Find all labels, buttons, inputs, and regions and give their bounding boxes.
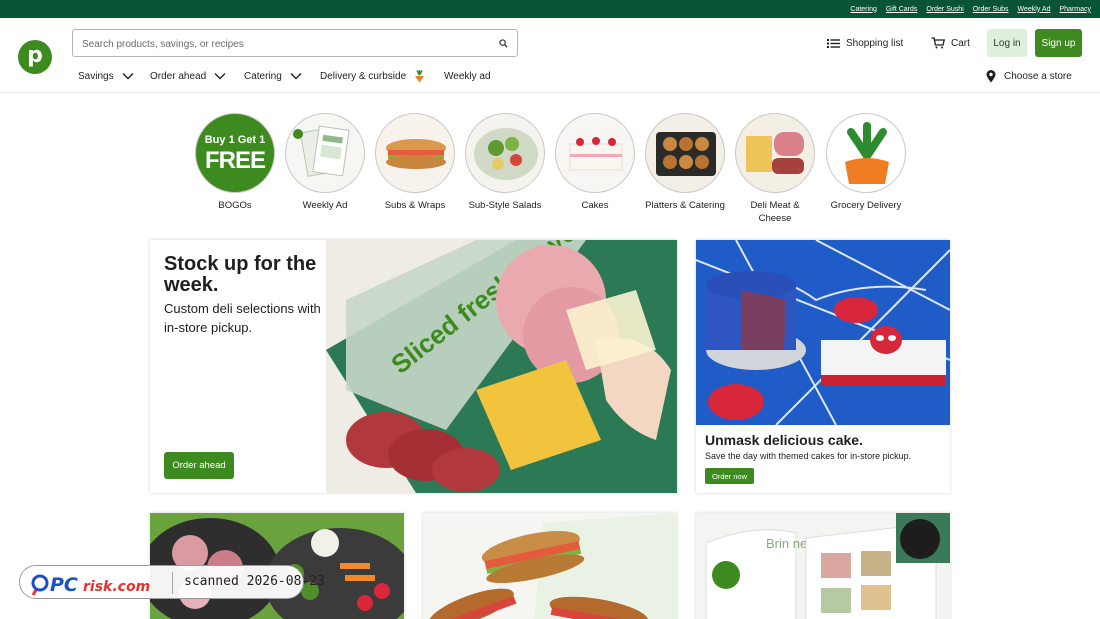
cake-slice-illustration xyxy=(569,137,623,171)
salad-illustration xyxy=(474,128,538,180)
nav-catering-label: Catering xyxy=(244,70,282,82)
sub-sandwich-illustration xyxy=(386,139,446,169)
category-sub-style-salads[interactable]: Sub-Style Salads xyxy=(465,113,545,212)
cake-photo xyxy=(696,240,950,426)
category-label: Cakes xyxy=(581,200,609,211)
nav-delivery-curbside[interactable]: Delivery & curbside xyxy=(320,68,425,84)
shopping-list-link[interactable]: Shopping list xyxy=(827,34,903,52)
utility-link-order-sushi[interactable]: Order Sushi xyxy=(926,6,963,13)
nav-savings[interactable]: Savings xyxy=(78,68,134,84)
order-ahead-button[interactable]: Order ahead xyxy=(164,452,234,479)
chevron-down-icon xyxy=(122,73,134,80)
svg-text:risk.com: risk.com xyxy=(83,579,150,595)
category-subs-wraps[interactable]: Subs & Wraps xyxy=(375,113,455,212)
cake-promo-card: Unmask delicious cake. Save the day with… xyxy=(696,240,950,493)
deli-meat-cheese-illustration xyxy=(746,132,804,174)
shopping-list-label: Shopping list xyxy=(846,37,904,49)
carrot-icon xyxy=(415,69,425,82)
utility-link-weekly-ad[interactable]: Weekly Ad xyxy=(1018,6,1051,13)
utility-bar: Catering Gift Cards Order Sushi Order Su… xyxy=(0,0,1100,18)
category-image xyxy=(555,113,635,193)
logo-letter: p xyxy=(27,43,43,68)
bogo-badge-line1: Buy 1 Get 1 xyxy=(204,134,266,146)
magazine-text: Brin ne xyxy=(766,536,807,551)
nav-order-ahead-label: Order ahead xyxy=(150,70,207,82)
chevron-down-icon xyxy=(214,73,226,80)
deli-promo-card: Stock up for the week. Custom deli selec… xyxy=(150,240,677,493)
utility-link-order-subs[interactable]: Order Subs xyxy=(973,6,1009,13)
category-image xyxy=(645,113,725,193)
pcrisk-logo-icon: PC risk.com xyxy=(31,574,150,596)
category-label: Subs & Wraps xyxy=(384,200,446,211)
choose-store-link[interactable]: Choose a store xyxy=(986,68,1072,84)
category-label: Platters & Catering xyxy=(645,200,725,211)
category-image xyxy=(465,113,545,193)
cake-promo-subtitle: Save the day with themed cakes for in-st… xyxy=(705,451,912,461)
promo-title: Stock up for the week. xyxy=(164,253,317,296)
bogo-badge-line2: FREE xyxy=(204,147,266,174)
category-cakes[interactable]: Cakes xyxy=(555,113,635,212)
category-weekly-ad[interactable]: Weekly Ad xyxy=(285,113,365,212)
nav-weekly-ad[interactable]: Weekly ad xyxy=(444,68,491,84)
subs-card[interactable] xyxy=(423,513,677,619)
deli-photo: Sliced fresh for you. xyxy=(326,240,677,493)
login-button[interactable]: Log in xyxy=(987,29,1027,57)
svg-text:PC: PC xyxy=(50,574,78,596)
category-deli-meat-cheese[interactable]: Deli Meat & Cheese xyxy=(735,113,815,225)
category-label: BOGOs xyxy=(218,200,252,211)
utility-links: Catering Gift Cards Order Sushi Order Su… xyxy=(850,0,1091,18)
list-icon xyxy=(827,38,840,48)
search-input[interactable] xyxy=(82,36,482,52)
choose-store-label: Choose a store xyxy=(1004,70,1072,82)
category-label: Grocery Delivery xyxy=(830,200,902,211)
subs-photo xyxy=(423,513,677,619)
weekly-ad-flyer-illustration xyxy=(293,125,350,177)
nav-delivery-label: Delivery & curbside xyxy=(320,70,407,82)
nav-weekly-ad-label: Weekly ad xyxy=(444,70,491,82)
signup-button[interactable]: Sign up xyxy=(1035,29,1082,57)
category-image xyxy=(375,113,455,193)
category-image: Buy 1 Get 1 FREE xyxy=(195,113,275,193)
category-image xyxy=(285,113,365,193)
watermark-separator xyxy=(172,572,173,594)
spider-cake-illustration xyxy=(696,240,950,426)
chevron-down-icon xyxy=(290,73,302,80)
cake-promo-title: Unmask delicious cake. xyxy=(705,432,863,448)
magazine-photo: Brin ne xyxy=(696,513,950,619)
utility-link-catering[interactable]: Catering xyxy=(850,6,876,13)
category-bogos[interactable]: Buy 1 Get 1 FREE BOGOs xyxy=(195,113,275,212)
cart-link[interactable]: Cart xyxy=(931,34,970,52)
utility-link-pharmacy[interactable]: Pharmacy xyxy=(1059,6,1091,13)
weekly-ad-magazine-card[interactable]: Brin ne xyxy=(696,513,950,619)
deli-platter-illustration: Sliced fresh for you. xyxy=(326,240,677,493)
category-grocery-delivery[interactable]: Grocery Delivery xyxy=(826,113,906,212)
utility-link-gift-cards[interactable]: Gift Cards xyxy=(886,6,918,13)
category-label: Weekly Ad xyxy=(302,200,348,211)
order-now-button[interactable]: Order now xyxy=(705,468,754,484)
nav-order-ahead[interactable]: Order ahead xyxy=(150,68,226,84)
nav-catering[interactable]: Catering xyxy=(244,68,302,84)
location-pin-icon xyxy=(986,69,996,82)
header-divider xyxy=(0,92,1100,93)
category-image xyxy=(826,113,906,193)
category-label: Sub-Style Salads xyxy=(468,200,542,211)
publix-logo[interactable]: p xyxy=(18,40,52,74)
category-platters-catering[interactable]: Platters & Catering xyxy=(645,113,725,212)
nav-savings-label: Savings xyxy=(78,70,114,82)
watermark-stamp: scanned 2026-08-23 xyxy=(184,574,325,589)
scan-watermark: PC risk.com scanned 2026-08-23 xyxy=(19,565,325,599)
promo-subtitle: Custom deli selections with in-store pic… xyxy=(164,301,321,335)
search-icon[interactable] xyxy=(499,39,508,48)
search-bar[interactable] xyxy=(72,29,518,57)
category-image xyxy=(735,113,815,193)
category-label: Deli Meat & Cheese xyxy=(750,200,800,224)
carrot-icon xyxy=(845,122,889,184)
cart-label: Cart xyxy=(951,37,970,49)
platter-illustration xyxy=(656,132,716,176)
cart-icon xyxy=(931,37,945,49)
